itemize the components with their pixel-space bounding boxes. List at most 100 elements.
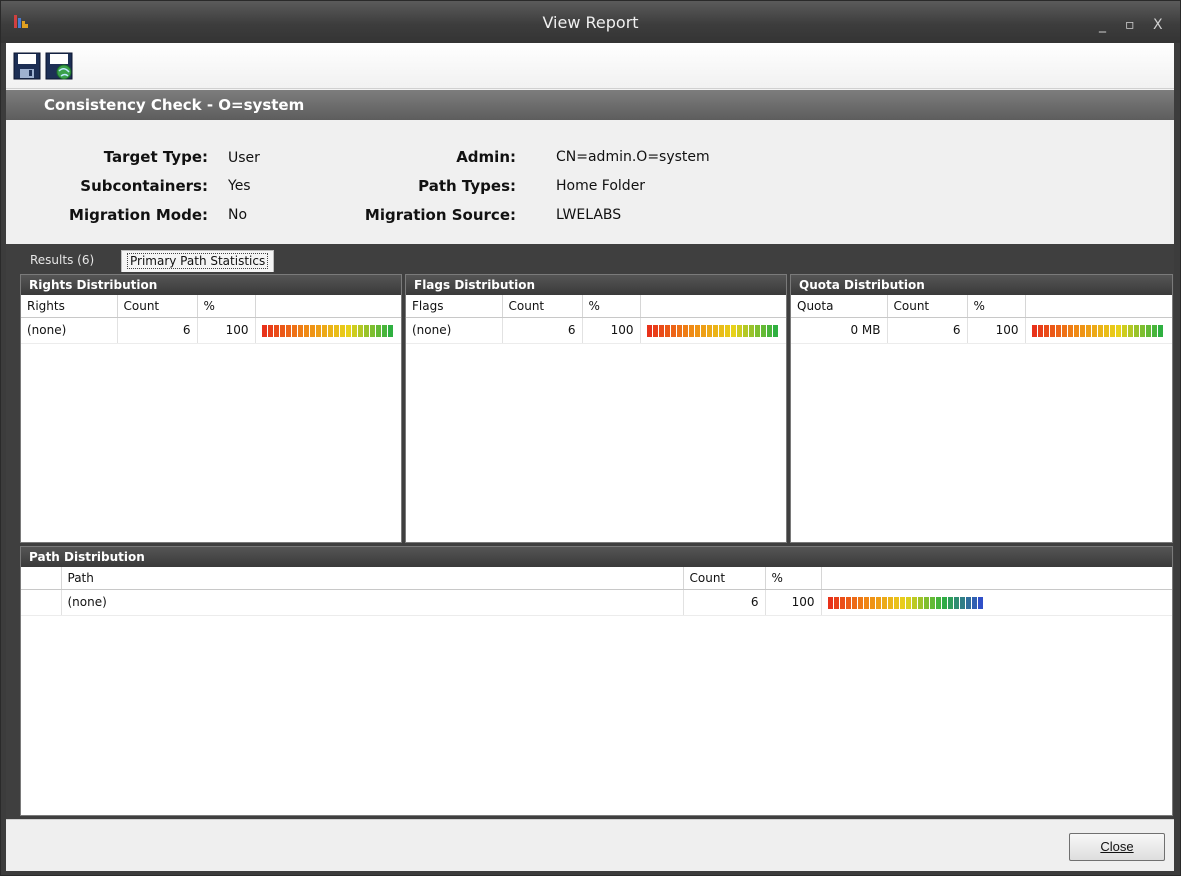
bar-segment (1115, 324, 1121, 337)
path-panel-title: Path Distribution (21, 547, 1172, 567)
bar-segment (839, 596, 845, 609)
bar-segment (766, 324, 772, 337)
bar-segment (941, 596, 947, 609)
flags-col-header[interactable]: Flags (406, 295, 503, 318)
flags-table[interactable]: Flags Count % (none) 6 100 (406, 295, 786, 344)
quota-col-header[interactable]: Quota (791, 295, 888, 318)
bar-segment (1097, 324, 1103, 337)
bar-segment (375, 324, 381, 337)
bar-segment (935, 596, 941, 609)
bar-segment (706, 324, 712, 337)
percent-col-header[interactable]: % (765, 567, 822, 590)
bar-segment (923, 596, 929, 609)
path-table[interactable]: Path Count % (none) 6 100 (21, 567, 1172, 616)
admin-label: Admin: (456, 148, 516, 166)
bar-segment (351, 324, 357, 337)
bar-segment (1073, 324, 1079, 337)
count-col-header[interactable]: Count (117, 295, 198, 318)
tab-primary-label: Primary Path Statistics (126, 253, 269, 269)
bar-segment (658, 324, 664, 337)
flags-cell: (none) (406, 317, 503, 344)
tab-primary-path-statistics[interactable]: Primary Path Statistics (121, 250, 275, 272)
bar-segment (881, 596, 887, 609)
percent-bar-cell (1025, 317, 1172, 344)
bar-segment (303, 324, 309, 337)
bar-segment (742, 324, 748, 337)
tab-results[interactable]: Results (6) (24, 250, 100, 272)
close-button[interactable]: Close (1069, 833, 1165, 861)
close-button-label: Close (1100, 839, 1134, 854)
percent-col-header[interactable]: % (967, 295, 1026, 318)
bar-col-header (1025, 295, 1172, 318)
bar-segment (899, 596, 905, 609)
bar-segment (869, 596, 875, 609)
bar-segment (688, 324, 694, 337)
bar-segment (772, 324, 778, 337)
count-cell: 6 (683, 589, 766, 616)
count-col-header[interactable]: Count (502, 295, 583, 318)
percent-col-header[interactable]: % (582, 295, 641, 318)
percent-col-header[interactable]: % (197, 295, 256, 318)
bar-segment (911, 596, 917, 609)
bar-segment (646, 324, 652, 337)
path-cell: (none) (61, 589, 684, 616)
bar-segment (1157, 324, 1163, 337)
flags-distribution-panel: Flags Distribution Flags Count % (none) … (405, 274, 787, 543)
table-row[interactable]: (none) 6 100 (406, 317, 786, 344)
bar-segment (357, 324, 363, 337)
bar-segment (700, 324, 706, 337)
bar-segment (845, 596, 851, 609)
bar-segment (748, 324, 754, 337)
subcontainers-value: Yes (228, 178, 251, 194)
bar-segment (1091, 324, 1097, 337)
bar-segment (285, 324, 291, 337)
bar-segment (730, 324, 736, 337)
bar-segment (1049, 324, 1055, 337)
subcontainers-label: Subcontainers: (80, 177, 208, 195)
table-row[interactable]: (none) 6 100 (21, 317, 401, 344)
tab-strip: Results (6) Primary Path Statistics (6, 244, 1174, 272)
bar-segment (321, 324, 327, 337)
path-col-header[interactable]: Path (61, 567, 684, 590)
save-as-web-icon[interactable] (44, 51, 74, 81)
bar-segment (327, 324, 333, 337)
bar-segment (345, 324, 351, 337)
path-distribution-panel: Path Distribution Path Count % (none) 6 (20, 546, 1173, 816)
maximize-icon[interactable]: ▫ (1125, 18, 1135, 32)
quota-table[interactable]: Quota Count % 0 MB 6 100 (791, 295, 1172, 344)
bar-segment (1085, 324, 1091, 337)
bar-segment (267, 324, 273, 337)
rights-distribution-panel: Rights Distribution Rights Count % (none… (20, 274, 402, 543)
bar-segment (1145, 324, 1151, 337)
rights-col-header[interactable]: Rights (21, 295, 118, 318)
count-col-header[interactable]: Count (683, 567, 766, 590)
close-icon[interactable]: X (1153, 18, 1163, 32)
bar-segment (760, 324, 766, 337)
bar-segment (273, 324, 279, 337)
percent-bar-cell (821, 589, 1172, 616)
rights-panel-title: Rights Distribution (21, 275, 401, 295)
bar-segment (261, 324, 267, 337)
toolbar (6, 43, 1174, 89)
save-icon[interactable] (12, 51, 42, 81)
count-col-header[interactable]: Count (887, 295, 968, 318)
rights-cell: (none) (21, 317, 118, 344)
target-type-value: User (228, 150, 260, 166)
bar-segment (279, 324, 285, 337)
bar-col-header (640, 295, 786, 318)
bar-segment (833, 596, 839, 609)
migration-source-label: Migration Source: (364, 206, 516, 224)
bar-segment (381, 324, 387, 337)
bar-segment (724, 324, 730, 337)
bar-segment (718, 324, 724, 337)
rights-table[interactable]: Rights Count % (none) 6 100 (21, 295, 401, 344)
bar-segment (893, 596, 899, 609)
bar-segment (905, 596, 911, 609)
bar-segment (1127, 324, 1133, 337)
minimize-icon[interactable]: _ (1099, 18, 1106, 32)
table-row[interactable]: (none) 6 100 (21, 589, 1172, 616)
title-bar[interactable]: View Report _ ▫ X (1, 1, 1180, 43)
bar-segment (1121, 324, 1127, 337)
table-row[interactable]: 0 MB 6 100 (791, 317, 1172, 344)
bar-segment (863, 596, 869, 609)
